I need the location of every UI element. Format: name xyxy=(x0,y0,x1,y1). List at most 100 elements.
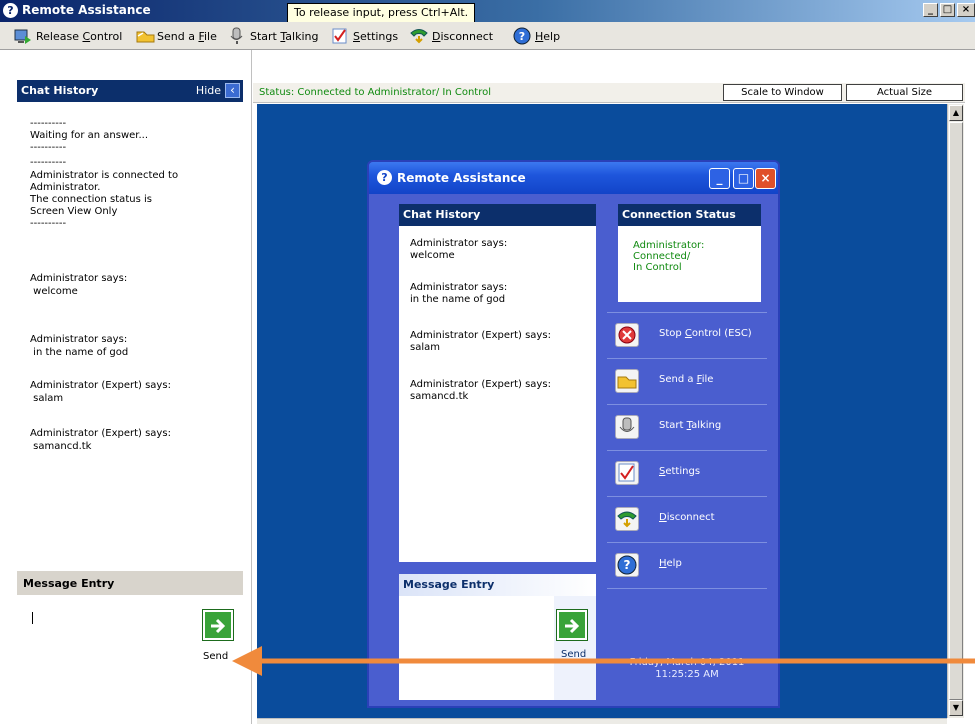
connection-status-line: In Control xyxy=(633,262,682,273)
chat-line: Screen View Only xyxy=(30,206,118,217)
scrollbar-thumb[interactable] xyxy=(949,122,963,700)
start-talking-label: Start Talking xyxy=(250,29,319,43)
message-entry-title: Message Entry xyxy=(23,577,115,590)
remote-assistance-window: ? Remote Assistance _ □ × Chat History A… xyxy=(367,160,780,708)
disconnect-label: Disconnect xyxy=(659,512,715,523)
chat-line: ---------- xyxy=(30,157,67,168)
connection-status-panel: Administrator: Connected/ In Control xyxy=(618,226,761,302)
minimize-button[interactable]: _ xyxy=(923,3,938,17)
release-control-icon xyxy=(14,27,32,45)
title-bar: ? Remote Assistance To release input, pr… xyxy=(0,0,975,23)
disconnect-label: Disconnect xyxy=(432,29,494,43)
chat-line: The connection status is xyxy=(30,194,152,205)
connection-status-title: Connection Status xyxy=(622,208,736,221)
inner-send-file-button[interactable]: Send a File xyxy=(607,358,767,402)
chat-history-title: Chat History xyxy=(21,84,99,97)
horizontal-scrollbar[interactable] xyxy=(257,718,947,724)
chat-line: Administrator. xyxy=(30,182,101,193)
hide-label[interactable]: Hide xyxy=(196,84,221,97)
connection-status-text: Status: Connected to Administrator/ In C… xyxy=(259,87,491,98)
send-file-icon xyxy=(135,27,155,45)
inner-send-button[interactable] xyxy=(556,609,588,641)
chat-line: samancd.tk xyxy=(30,441,92,452)
scale-to-window-button[interactable]: Scale to Window xyxy=(723,84,842,101)
inner-message-entry: Message Entry Send xyxy=(399,574,596,700)
toolbar: Release Control Send a File Start Talkin… xyxy=(0,22,975,50)
chat-line: Administrator says: xyxy=(410,282,508,293)
actual-size-button[interactable]: Actual Size xyxy=(846,84,963,101)
disconnect-button[interactable]: Disconnect xyxy=(410,27,493,45)
inner-close-button[interactable]: × xyxy=(755,168,776,189)
inner-message-entry-title: Message Entry xyxy=(403,578,495,591)
chat-line: ---------- xyxy=(30,142,67,153)
release-control-label: Release Control xyxy=(36,29,123,43)
help-button[interactable]: ? Help xyxy=(513,27,560,45)
inner-title-bar: ? Remote Assistance _ □ × xyxy=(369,162,778,194)
inner-window-title: Remote Assistance xyxy=(397,171,526,185)
maximize-button[interactable]: □ xyxy=(940,3,955,17)
chat-line: Administrator (Expert) says: xyxy=(410,330,551,341)
microphone-icon xyxy=(615,415,639,439)
release-control-button[interactable]: Release Control xyxy=(14,27,122,45)
chat-line: in the name of god xyxy=(30,347,129,358)
status-bar: Status: Connected to Administrator/ In C… xyxy=(253,83,965,103)
send-file-icon xyxy=(615,369,639,393)
stop-icon xyxy=(615,323,639,347)
inner-send-label: Send xyxy=(561,649,587,660)
time-text: 11:25:25 AM xyxy=(655,669,719,680)
window-title: Remote Assistance xyxy=(22,3,151,17)
chat-line: Administrator is connected to xyxy=(30,170,179,181)
inner-chat-history-title: Chat History xyxy=(403,208,481,221)
inner-action-divider xyxy=(607,588,767,648)
chat-line: salam xyxy=(30,393,64,404)
send-button[interactable] xyxy=(202,609,234,641)
start-talking-button[interactable]: Start Talking xyxy=(228,27,318,45)
left-panel: Chat History Hide ‹ ---------- Waiting f… xyxy=(0,50,252,724)
arrow-right-icon xyxy=(565,618,580,634)
chat-line: Administrator (Expert) says: xyxy=(30,428,171,439)
inner-stop-control-button[interactable]: Stop Control (ESC) xyxy=(607,312,767,356)
settings-button[interactable]: Settings xyxy=(331,27,398,45)
chat-line: ---------- xyxy=(30,118,67,129)
inner-help-button[interactable]: ? Help xyxy=(607,542,767,586)
connection-status-header: Connection Status xyxy=(618,204,761,226)
message-entry-input[interactable] xyxy=(17,595,197,715)
stop-control-label: Stop Control (ESC) xyxy=(659,328,752,339)
settings-label: Settings xyxy=(353,29,399,43)
hide-chevron-icon[interactable]: ‹ xyxy=(225,83,240,98)
settings-icon xyxy=(615,461,639,485)
send-file-button[interactable]: Send a File xyxy=(135,27,217,45)
chat-line: ---------- xyxy=(30,218,67,229)
send-file-label: Send a File xyxy=(659,374,714,385)
chat-line: Waiting for an answer... xyxy=(30,130,149,141)
inner-settings-button[interactable]: Settings xyxy=(607,450,767,494)
chat-line: welcome xyxy=(410,250,455,261)
scroll-down-icon[interactable]: ▼ xyxy=(949,700,963,716)
inner-message-input[interactable] xyxy=(399,596,554,700)
settings-icon xyxy=(331,27,349,45)
chat-line: welcome xyxy=(30,286,78,297)
chat-line: Administrator (Expert) says: xyxy=(30,380,171,391)
close-button[interactable]: × xyxy=(957,3,975,17)
arrow-right-icon xyxy=(211,618,226,634)
chat-line: samancd.tk xyxy=(410,391,469,402)
chat-line: Administrator says: xyxy=(410,238,508,249)
text-cursor xyxy=(32,612,33,624)
chat-line: Administrator says: xyxy=(30,334,128,345)
svg-text:?: ? xyxy=(519,30,525,43)
inner-start-talking-button[interactable]: Start Talking xyxy=(607,404,767,448)
help-label: Help xyxy=(535,29,561,43)
chat-line: Administrator (Expert) says: xyxy=(410,379,551,390)
help-label: Help xyxy=(659,558,682,569)
microphone-icon xyxy=(228,27,246,45)
scroll-up-icon[interactable]: ▲ xyxy=(949,105,963,121)
message-entry-header: Message Entry xyxy=(17,571,243,595)
inner-maximize-button[interactable]: □ xyxy=(733,168,754,189)
inner-disconnect-button[interactable]: Disconnect xyxy=(607,496,767,540)
connection-status-line: Administrator: xyxy=(633,240,705,251)
chat-line: in the name of god xyxy=(410,294,506,305)
inner-minimize-button[interactable]: _ xyxy=(709,168,730,189)
date-time-display: Friday, March 04, 2011 11:25:25 AM xyxy=(607,657,767,681)
vertical-scrollbar[interactable]: ▲ ▼ xyxy=(947,104,964,718)
chat-line: Administrator says: xyxy=(30,273,128,284)
